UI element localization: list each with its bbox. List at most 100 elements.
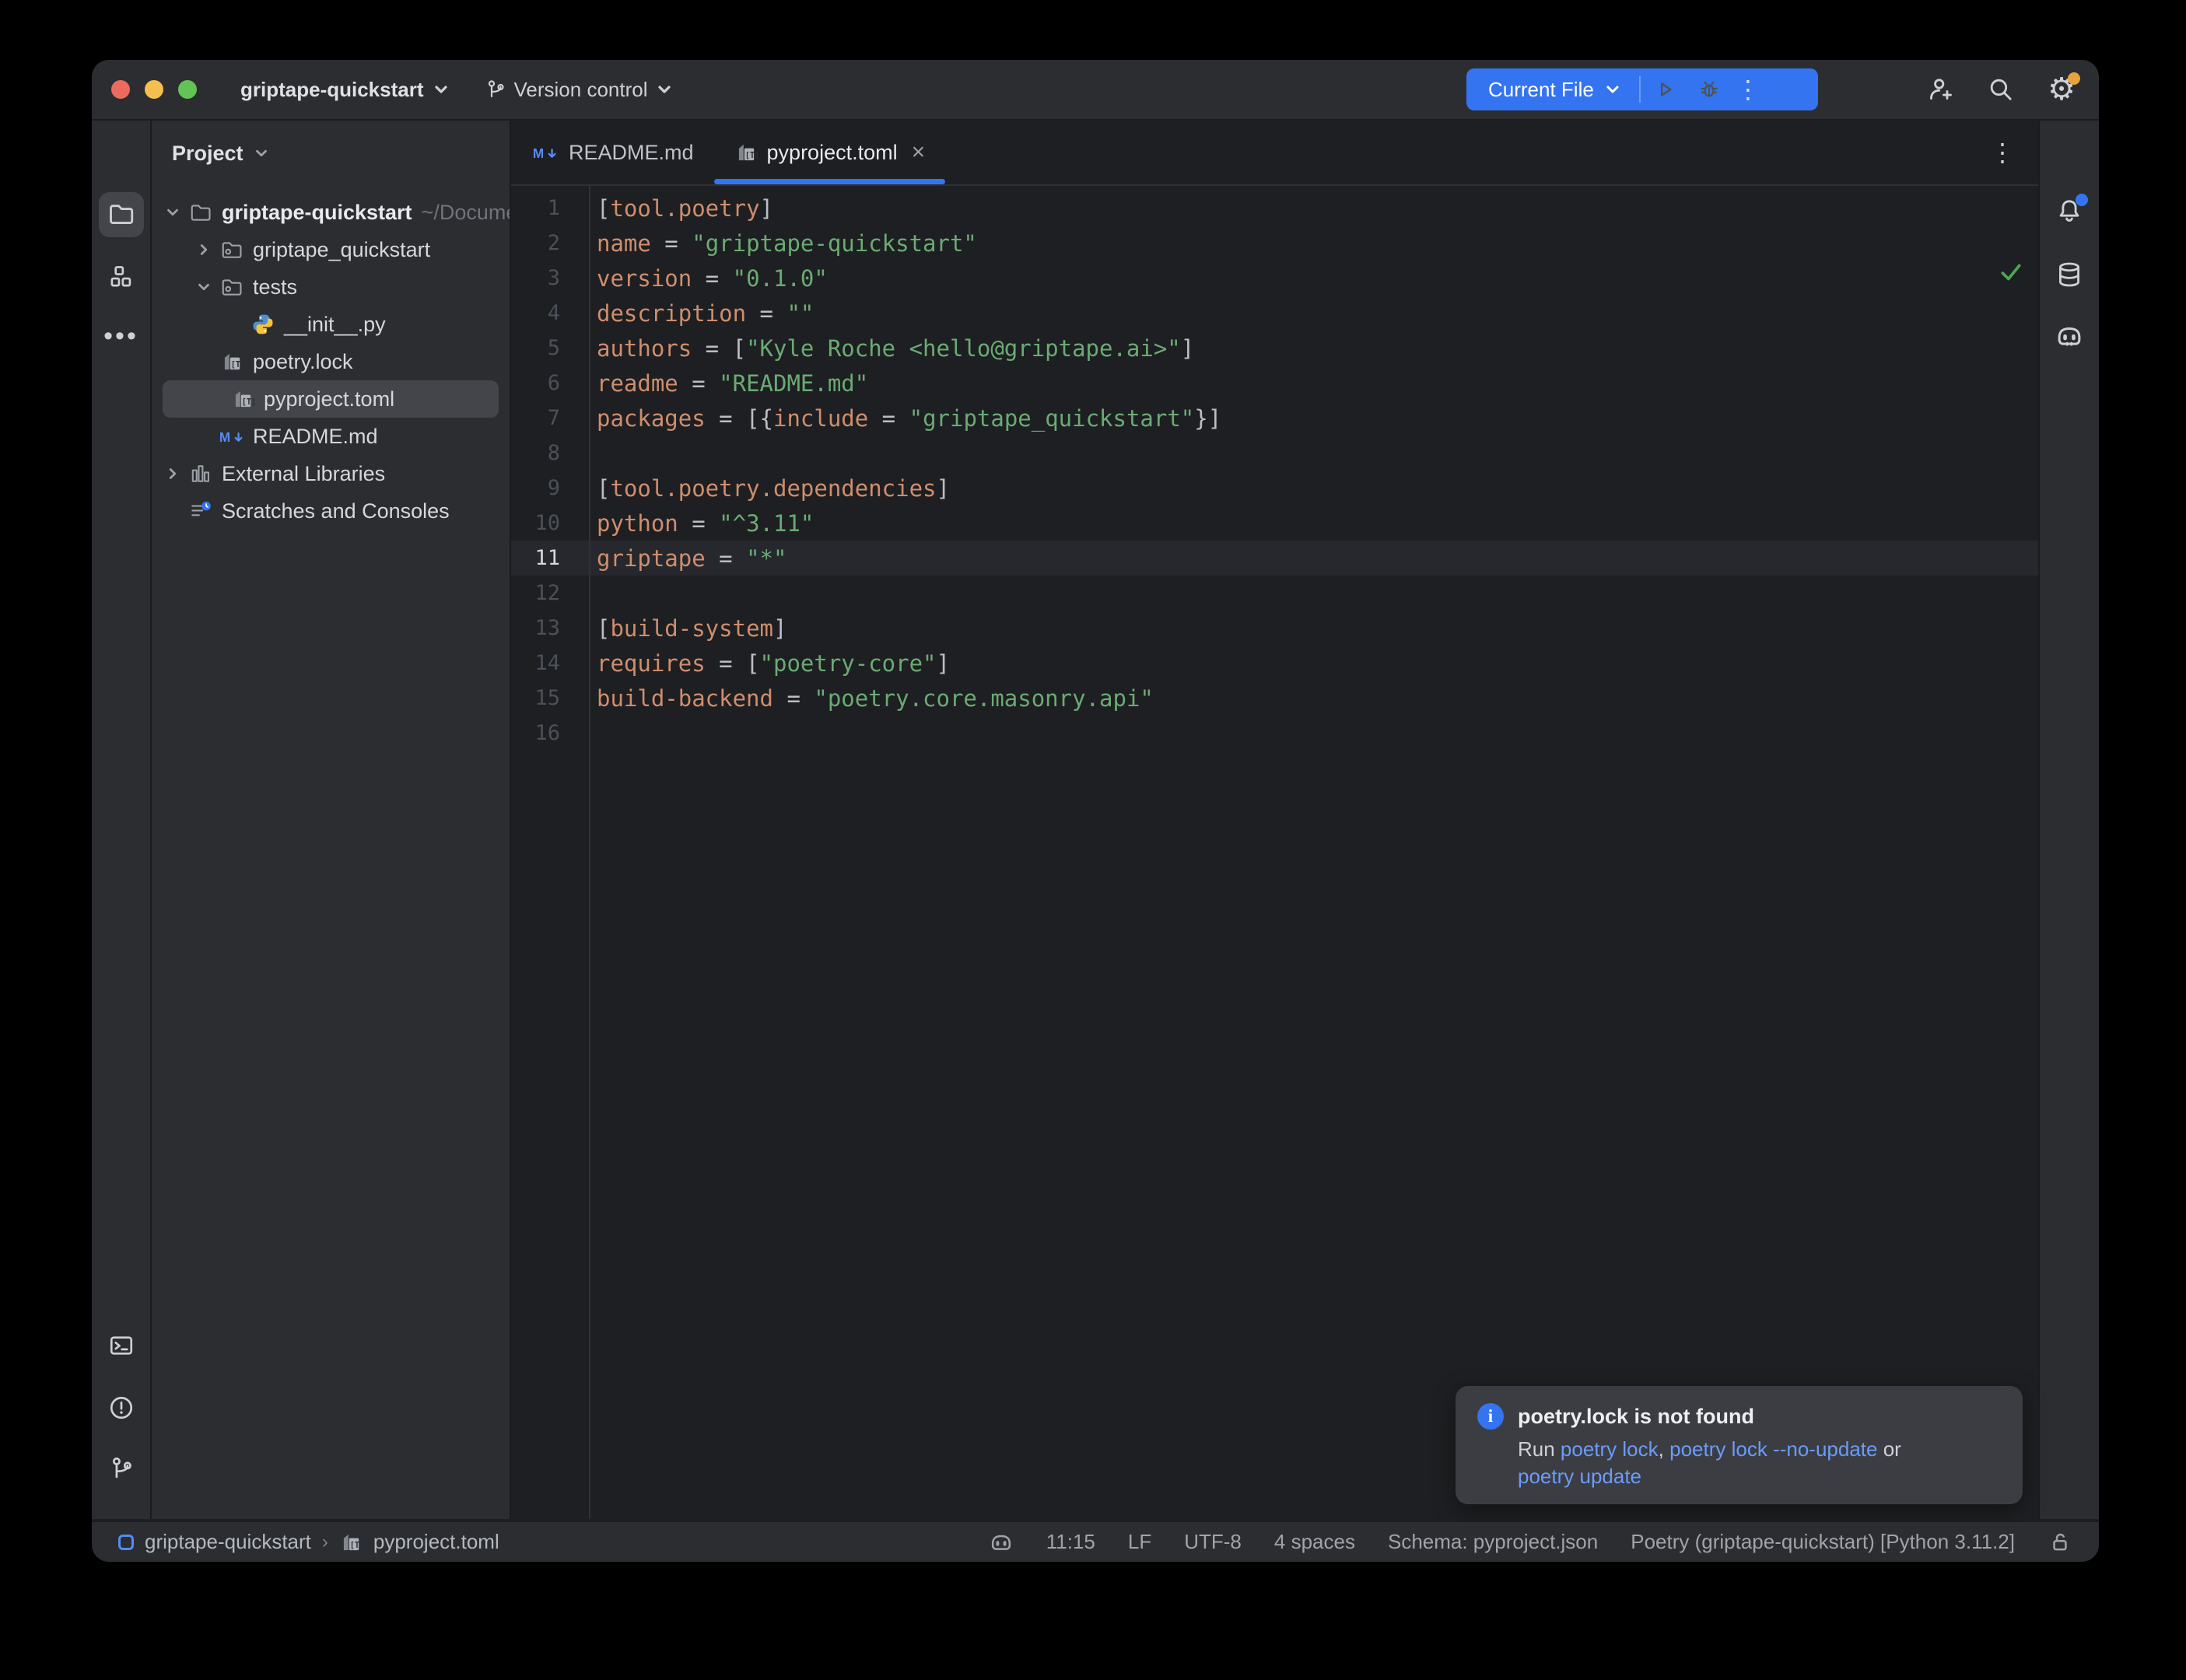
zoom-window-button[interactable]	[178, 80, 197, 99]
link-poetry-update[interactable]: poetry update	[1518, 1465, 1641, 1488]
line-number[interactable]: 7	[511, 406, 589, 430]
tree-item-readme-md[interactable]: MREADME.md	[152, 418, 510, 455]
terminal-icon	[108, 1332, 135, 1359]
notification-title: poetry.lock is not found	[1518, 1405, 1754, 1429]
project-widget[interactable]: griptape-quickstart	[240, 78, 450, 102]
tree-item-tests[interactable]: tests	[152, 268, 510, 306]
vcs-widget[interactable]: Version control	[485, 78, 674, 102]
status-item-poetry-griptape-quickstart-python-3-11-2[interactable]: Poetry (griptape-quickstart) [Python 3.1…	[1631, 1530, 2015, 1554]
line-number[interactable]: 10	[511, 511, 589, 535]
search-everywhere-button[interactable]	[1985, 74, 2016, 105]
structure-tool-button[interactable]	[92, 263, 150, 289]
toml-icon: [T]	[228, 387, 257, 411]
inspections-ok-icon[interactable]	[1999, 261, 2023, 284]
tree-item-griptape-quickstart[interactable]: griptape-quickstart~/Docume	[152, 194, 510, 231]
line-number[interactable]: 6	[511, 371, 589, 395]
run-button[interactable]	[1644, 78, 1687, 101]
code-line-3[interactable]: 3version = "0.1.0"	[511, 261, 2038, 296]
code-line-10[interactable]: 10python = "^3.11"	[511, 506, 2038, 541]
notifications-tool-button[interactable]	[2040, 197, 2099, 230]
add-user-button[interactable]	[1925, 74, 1956, 105]
minimize-window-button[interactable]	[145, 80, 163, 99]
unlock-icon[interactable]	[2048, 1530, 2072, 1555]
tree-item-poetry-lock[interactable]: [T]poetry.lock	[152, 343, 510, 380]
tab-options-button[interactable]: ⋮	[1990, 121, 2015, 184]
run-config-selector[interactable]: Current File	[1488, 78, 1594, 102]
line-number[interactable]: 4	[511, 301, 589, 325]
more-tools-button[interactable]: •••	[92, 321, 150, 352]
code-line-12[interactable]: 12	[511, 576, 2038, 611]
git-tool-button[interactable]	[92, 1455, 150, 1482]
tree-item-pyproject-toml[interactable]: [T]pyproject.toml	[163, 380, 499, 418]
code-line-7[interactable]: 7packages = [{include = "griptape_quicks…	[511, 401, 2038, 436]
notification-badge	[2076, 194, 2088, 206]
breadcrumb-file[interactable]: pyproject.toml	[373, 1530, 499, 1554]
close-tab-icon[interactable]: ×	[912, 141, 926, 164]
line-number[interactable]: 1	[511, 196, 589, 220]
line-number[interactable]: 2	[511, 231, 589, 255]
code-line-14[interactable]: 14requires = ["poetry-core"]	[511, 646, 2038, 681]
tree-item-external-libraries[interactable]: External Libraries	[152, 455, 510, 492]
svg-text:[T]: [T]	[350, 1542, 363, 1550]
code-line-9[interactable]: 9[tool.poetry.dependencies]	[511, 471, 2038, 506]
chevron-right-icon[interactable]	[191, 241, 217, 258]
line-number[interactable]: 14	[511, 651, 589, 675]
line-number[interactable]: 8	[511, 441, 589, 465]
line-number[interactable]: 12	[511, 581, 589, 605]
line-number[interactable]: 16	[511, 721, 589, 745]
line-number[interactable]: 9	[511, 476, 589, 500]
chevron-down-icon[interactable]	[159, 204, 186, 221]
breadcrumb-project[interactable]: griptape-quickstart	[145, 1530, 311, 1554]
line-number[interactable]: 3	[511, 266, 589, 290]
tab-pyproject-toml[interactable]: [T]pyproject.toml×	[714, 121, 946, 184]
structure-icon	[108, 263, 135, 289]
project-panel-header[interactable]: Project	[152, 121, 510, 186]
chevron-down-icon	[432, 80, 450, 99]
code-line-11[interactable]: 11griptape = "*"	[511, 541, 2038, 576]
tree-item-label: griptape_quickstart	[253, 238, 430, 262]
line-number[interactable]: 15	[511, 686, 589, 710]
status-item-11-15[interactable]: 11:15	[1046, 1530, 1095, 1554]
terminal-tool-button[interactable]	[92, 1332, 150, 1359]
copilot-icon[interactable]	[989, 1530, 1014, 1555]
status-item-4-spaces[interactable]: 4 spaces	[1274, 1530, 1355, 1554]
tab-readme-md[interactable]: MREADME.md	[511, 121, 714, 184]
toml-icon: [T]	[217, 350, 247, 373]
code-line-6[interactable]: 6readme = "README.md"	[511, 366, 2038, 401]
status-item-lf[interactable]: LF	[1128, 1530, 1151, 1554]
debug-button[interactable]	[1687, 78, 1731, 101]
chevron-right-icon[interactable]	[159, 465, 186, 482]
line-content: version = "0.1.0"	[589, 265, 828, 292]
project-tool-button[interactable]	[92, 200, 150, 228]
code-editor[interactable]: 1[tool.poetry]2name = "griptape-quicksta…	[511, 186, 2038, 1519]
code-line-2[interactable]: 2name = "griptape-quickstart"	[511, 226, 2038, 261]
line-number[interactable]: 5	[511, 336, 589, 360]
add-user-icon	[1926, 75, 1954, 103]
code-line-4[interactable]: 4description = ""	[511, 296, 2038, 331]
line-number[interactable]: 13	[511, 616, 589, 640]
status-item-utf-8[interactable]: UTF-8	[1184, 1530, 1242, 1554]
code-line-8[interactable]: 8	[511, 436, 2038, 471]
ai-assistant-tool-button[interactable]	[2040, 321, 2099, 351]
code-line-15[interactable]: 15build-backend = "poetry.core.masonry.a…	[511, 681, 2038, 716]
status-item-schema-pyproject-json[interactable]: Schema: pyproject.json	[1388, 1530, 1598, 1554]
code-line-5[interactable]: 5authors = ["Kyle Roche <hello@griptape.…	[511, 331, 2038, 366]
database-tool-button[interactable]	[2040, 261, 2099, 289]
link-poetry-lock[interactable]: poetry lock	[1561, 1437, 1659, 1461]
chevron-down-icon[interactable]	[191, 278, 217, 296]
link-poetry-lock-no-update[interactable]: poetry lock --no-update	[1669, 1437, 1877, 1461]
window-controls	[111, 80, 197, 99]
more-run-options-button[interactable]: ⋮	[1731, 75, 1765, 104]
line-number[interactable]: 11	[511, 546, 589, 570]
settings-button[interactable]: ⚙	[2046, 74, 2077, 105]
tree-item-griptape-quickstart[interactable]: griptape_quickstart	[152, 231, 510, 268]
line-content: [build-system]	[589, 615, 786, 642]
tree-item-scratches-and-consoles[interactable]: Scratches and Consoles	[152, 492, 510, 530]
code-line-1[interactable]: 1[tool.poetry]	[511, 191, 2038, 226]
line-content: [tool.poetry]	[589, 195, 773, 222]
code-line-16[interactable]: 16	[511, 716, 2038, 751]
tree-item-init-py[interactable]: __init__.py	[152, 306, 510, 343]
problems-tool-button[interactable]	[92, 1395, 150, 1421]
close-window-button[interactable]	[111, 80, 130, 99]
code-line-13[interactable]: 13[build-system]	[511, 611, 2038, 646]
